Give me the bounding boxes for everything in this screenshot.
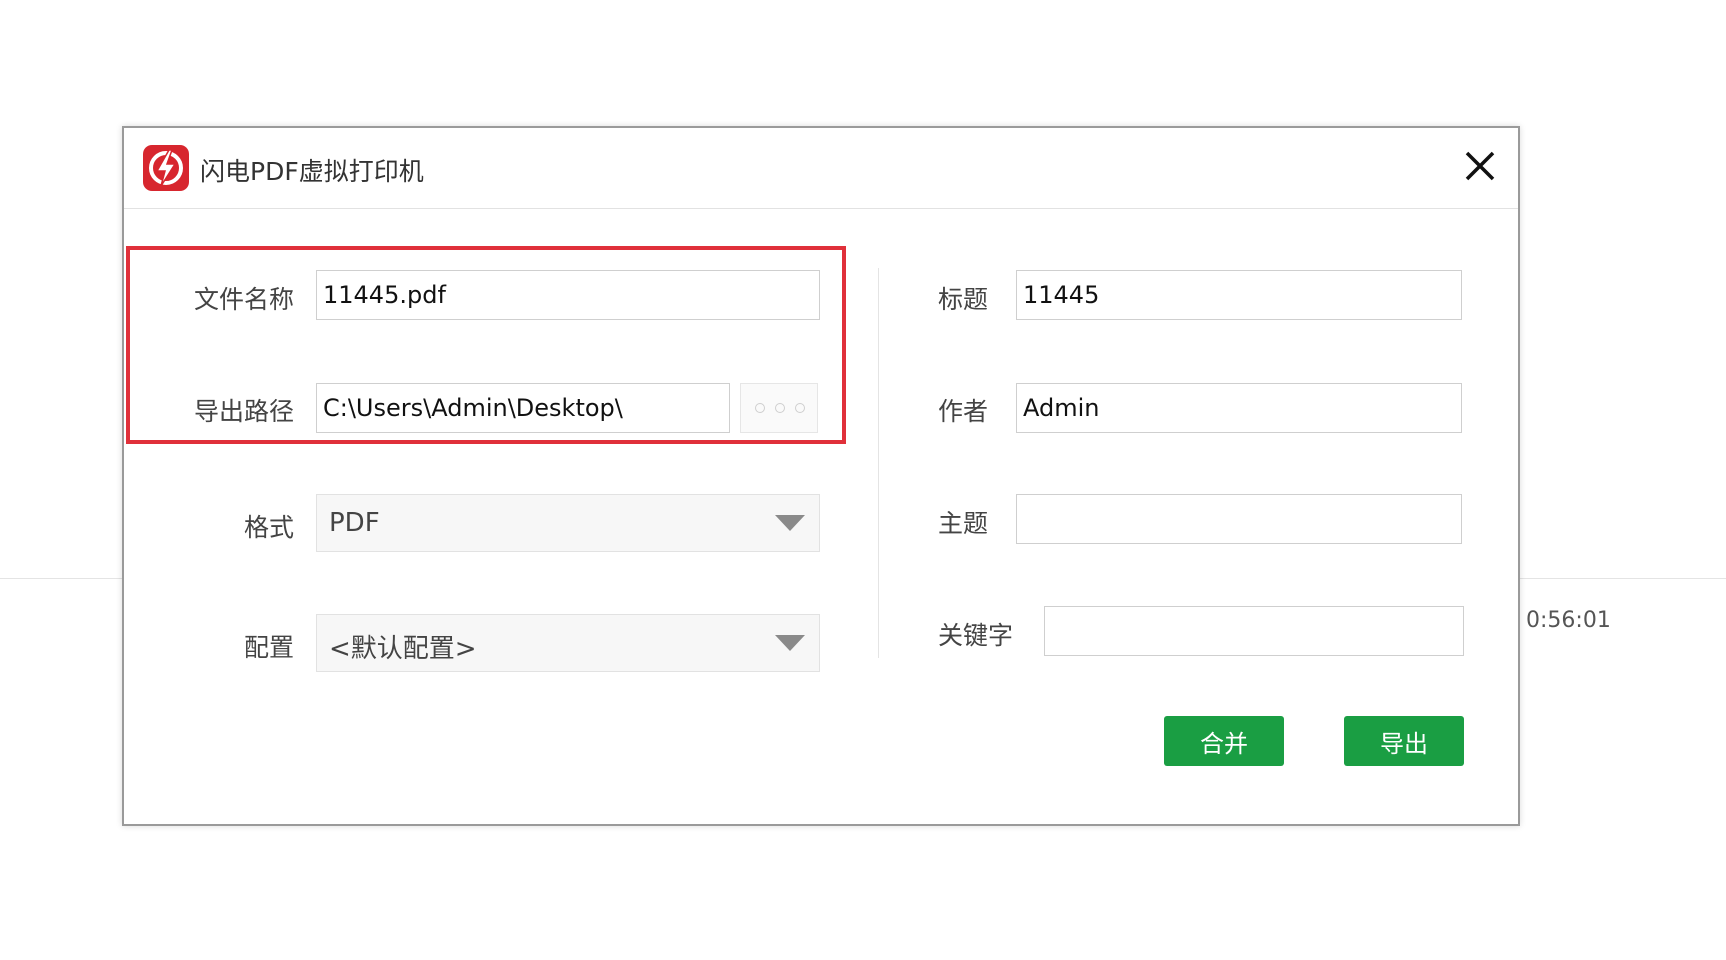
author-label: 作者 xyxy=(938,397,989,426)
keywords-input[interactable] xyxy=(1044,606,1464,656)
format-select[interactable]: PDF xyxy=(316,494,820,552)
dialog-title: 闪电PDF虚拟打印机 xyxy=(200,157,424,186)
column-divider xyxy=(878,268,879,658)
pdf-printer-dialog: 闪电PDF虚拟打印机 文件名称 导出路径 格式 PDF 配置 <默认配置> 标题… xyxy=(122,126,1520,826)
author-input[interactable] xyxy=(1016,383,1462,433)
file-name-label: 文件名称 xyxy=(193,285,294,314)
format-select-value: PDF xyxy=(329,508,380,538)
config-select-value: <默认配置> xyxy=(329,634,477,664)
background-time-text: 0:56:01 xyxy=(1526,608,1611,633)
subject-input[interactable] xyxy=(1016,494,1462,544)
file-name-input[interactable] xyxy=(316,270,820,320)
chevron-down-icon xyxy=(775,635,805,651)
subject-label: 主题 xyxy=(938,509,989,538)
config-label: 配置 xyxy=(243,633,294,662)
export-path-label: 导出路径 xyxy=(193,397,294,426)
close-icon[interactable] xyxy=(1460,146,1500,186)
lightning-pdf-logo-icon xyxy=(142,144,190,192)
format-label: 格式 xyxy=(243,513,294,542)
title-label: 标题 xyxy=(938,285,989,314)
dialog-titlebar: 闪电PDF虚拟打印机 xyxy=(124,128,1518,209)
merge-button[interactable]: 合并 xyxy=(1164,716,1284,766)
title-input[interactable] xyxy=(1016,270,1462,320)
export-button[interactable]: 导出 xyxy=(1344,716,1464,766)
browse-path-button[interactable] xyxy=(740,383,818,433)
export-path-input[interactable] xyxy=(316,383,730,433)
keywords-label: 关键字 xyxy=(938,621,1014,650)
chevron-down-icon xyxy=(775,515,805,531)
config-select[interactable]: <默认配置> xyxy=(316,614,820,672)
